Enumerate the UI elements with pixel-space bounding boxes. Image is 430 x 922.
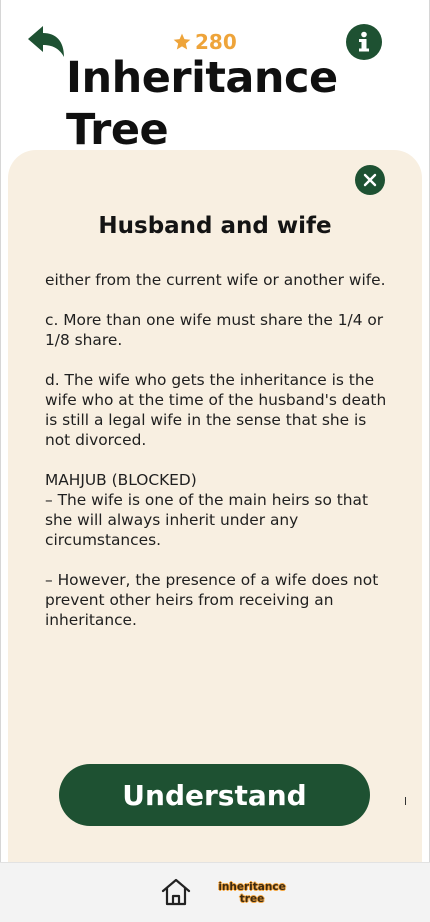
logo-text-line1: inheritance [218,881,286,893]
frame-edge-left [0,0,1,922]
modal-paragraph: – However, the presence of a wife does n… [45,571,379,629]
score-value: 280 [195,30,237,54]
home-button[interactable] [160,877,192,907]
close-icon [363,173,377,187]
home-icon [161,878,191,906]
back-button[interactable] [26,24,68,60]
back-arrow-icon [28,26,64,57]
info-modal: Husband and wife either from the current… [8,150,422,862]
scroll-indicator [405,797,406,805]
logo-text-line2: tree [239,893,265,905]
modal-paragraph: either from the current wife or another … [45,271,386,289]
bottom-navigation: inheritance tree [0,862,430,922]
modal-paragraph: d. The wife who gets the inheritance is … [45,371,387,449]
close-button[interactable] [355,165,385,195]
modal-paragraph: c. More than one wife must share the 1/4… [45,311,384,349]
understand-button[interactable]: Understand [59,764,370,826]
modal-title: Husband and wife [98,213,332,239]
modal-paragraph: – The wife is one of the main heirs so t… [45,491,369,549]
modal-section-heading: MAHJUB (BLOCKED) [45,471,197,489]
app-logo[interactable]: inheritance tree [212,881,292,905]
modal-body[interactable]: either from the current wife or another … [45,270,390,780]
info-icon [359,31,369,52]
page-title: Inheritance Tree [66,53,338,155]
star-icon [173,33,191,50]
